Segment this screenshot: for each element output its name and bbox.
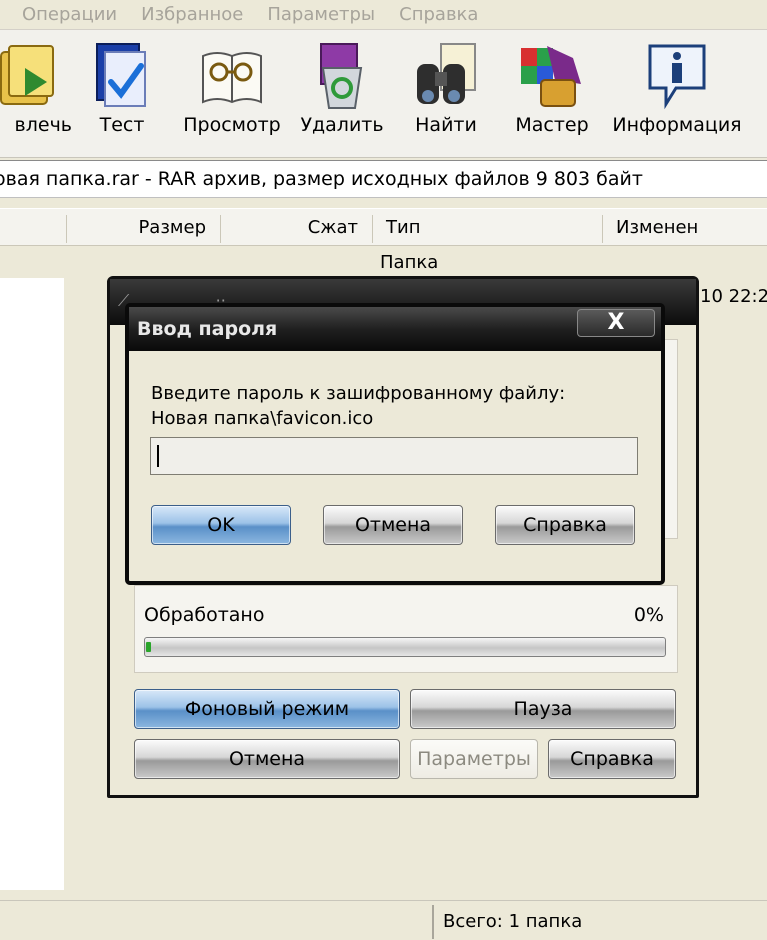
info-icon <box>648 44 706 110</box>
background-mode-button[interactable]: Фоновый режим <box>134 689 400 729</box>
find-label: Найти <box>415 114 477 136</box>
processed-label: Обработано <box>144 604 265 626</box>
test-label: Тест <box>99 114 145 136</box>
options-button: Параметры <box>410 739 538 779</box>
wizard-label: Мастер <box>515 114 589 136</box>
test-button[interactable]: Тест <box>82 30 162 158</box>
password-help-button[interactable]: Справка <box>495 505 635 545</box>
find-button[interactable]: Найти <box>404 30 488 158</box>
info-button[interactable]: Информация <box>612 30 742 158</box>
help-button[interactable]: Справка <box>548 739 676 779</box>
menu-bar: Операции Избранное Параметры Справка <box>0 0 767 30</box>
status-bar: Всего: 1 папка <box>0 900 767 940</box>
find-icon <box>417 43 476 104</box>
column-size[interactable]: Размер <box>66 209 206 245</box>
info-label: Информация <box>612 114 742 136</box>
view-icon <box>202 52 262 104</box>
status-separator <box>432 905 434 939</box>
delete-button[interactable]: Удалить <box>296 30 388 158</box>
menu-options[interactable]: Параметры <box>267 4 375 25</box>
view-label: Просмотр <box>183 114 281 136</box>
test-icon <box>96 43 146 107</box>
cancel-button[interactable]: Отмена <box>134 739 400 779</box>
extract-button[interactable]: влечь <box>0 30 80 158</box>
menu-help[interactable]: Справка <box>399 4 478 25</box>
address-bar[interactable]: овая папка.rar - RAR архив, размер исход… <box>0 160 767 198</box>
password-titlebar[interactable]: Ввод пароля X <box>129 307 661 351</box>
password-prompt: Введите пароль к зашифрованному файлу: <box>151 383 566 404</box>
password-input[interactable] <box>150 437 638 475</box>
password-dialog-title: Ввод пароля <box>137 318 278 340</box>
view-button[interactable]: Просмотр <box>182 30 282 158</box>
file-row-type: Папка <box>380 252 439 273</box>
menu-operations[interactable]: Операции <box>22 4 117 25</box>
progress-bar <box>144 637 666 657</box>
column-packed[interactable]: Сжат <box>220 209 358 245</box>
text-caret <box>157 445 159 467</box>
pause-button[interactable]: Пауза <box>410 689 676 729</box>
file-row-date: 10 22:2 <box>700 286 767 307</box>
ok-button[interactable]: OK <box>151 505 291 545</box>
column-separator[interactable] <box>602 215 603 243</box>
password-dialog: Ввод пароля X Введите пароль к зашифрова… <box>125 303 665 585</box>
tree-pane[interactable] <box>0 278 64 890</box>
delete-label: Удалить <box>300 114 384 136</box>
processed-percent: 0% <box>633 604 664 626</box>
menu-favorites[interactable]: Избранное <box>141 4 243 25</box>
address-text: овая папка.rar - RAR архив, размер исход… <box>0 168 643 190</box>
close-button[interactable]: X <box>577 309 655 337</box>
file-list-header: Размер Сжат Тип Изменен <box>0 208 767 246</box>
column-type[interactable]: Тип <box>386 209 420 245</box>
progress-bar-fill <box>146 642 151 652</box>
column-separator[interactable] <box>372 215 373 243</box>
encrypted-file-name: Новая папка\favicon.ico <box>151 408 374 429</box>
toolbar: влечь Тест Просмотр Удалить Найти Мастер… <box>0 30 767 158</box>
status-total: Всего: 1 папка <box>443 911 583 932</box>
progress-panel <box>134 585 678 673</box>
delete-icon <box>320 43 363 109</box>
extract-label: влечь <box>14 114 72 136</box>
password-cancel-button[interactable]: Отмена <box>323 505 463 545</box>
extract-icon <box>0 45 54 105</box>
wizard-button[interactable]: Мастер <box>508 30 596 158</box>
column-modified[interactable]: Изменен <box>616 209 698 245</box>
wizard-icon <box>521 46 581 107</box>
close-icon: X <box>607 310 625 335</box>
